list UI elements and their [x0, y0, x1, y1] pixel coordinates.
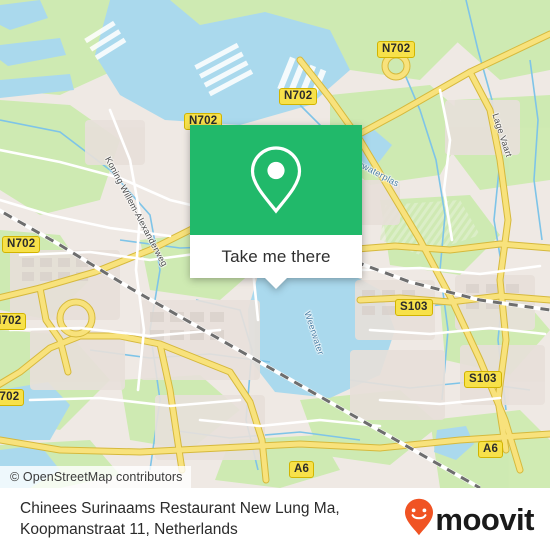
map-canvas[interactable]: N702N702N702N702N702N702S103S103A6A6 Kon…: [0, 0, 550, 488]
callout-pin-area: [190, 125, 362, 235]
callout-action-area[interactable]: Take me there: [190, 235, 362, 289]
place-address-line: Koopmanstraat 11, Netherlands: [20, 521, 238, 538]
map-pin-icon: [246, 144, 306, 216]
moovit-map-screenshot: N702N702N702N702N702N702S103S103A6A6 Kon…: [0, 0, 550, 550]
osm-attribution[interactable]: © OpenStreetMap contributors: [0, 466, 191, 488]
road-shield: N702: [377, 41, 416, 58]
road-shield: N702: [2, 236, 41, 253]
moovit-logo[interactable]: moovit: [404, 498, 534, 541]
osm-attribution-text: © OpenStreetMap contributors: [10, 470, 183, 484]
road-shield: N702: [0, 389, 25, 406]
road-shield: A6: [289, 461, 315, 478]
place-name-line: Chinees Surinaams Restaurant New Lung Ma…: [20, 500, 340, 517]
callout-tail: [265, 278, 287, 289]
take-me-there-callout[interactable]: Take me there: [190, 125, 362, 289]
road-shield: A6: [478, 441, 504, 458]
moovit-pin-icon: [404, 498, 434, 541]
moovit-wordmark: moovit: [435, 501, 534, 537]
road-shield: S103: [395, 299, 433, 316]
road-shield: N702: [279, 88, 318, 105]
place-address: Chinees Surinaams Restaurant New Lung Ma…: [20, 498, 340, 540]
footer-bar: Chinees Surinaams Restaurant New Lung Ma…: [0, 488, 550, 550]
road-shield: S103: [464, 371, 502, 388]
callout-action-label: Take me there: [221, 246, 331, 266]
road-shield: N702: [0, 313, 27, 330]
